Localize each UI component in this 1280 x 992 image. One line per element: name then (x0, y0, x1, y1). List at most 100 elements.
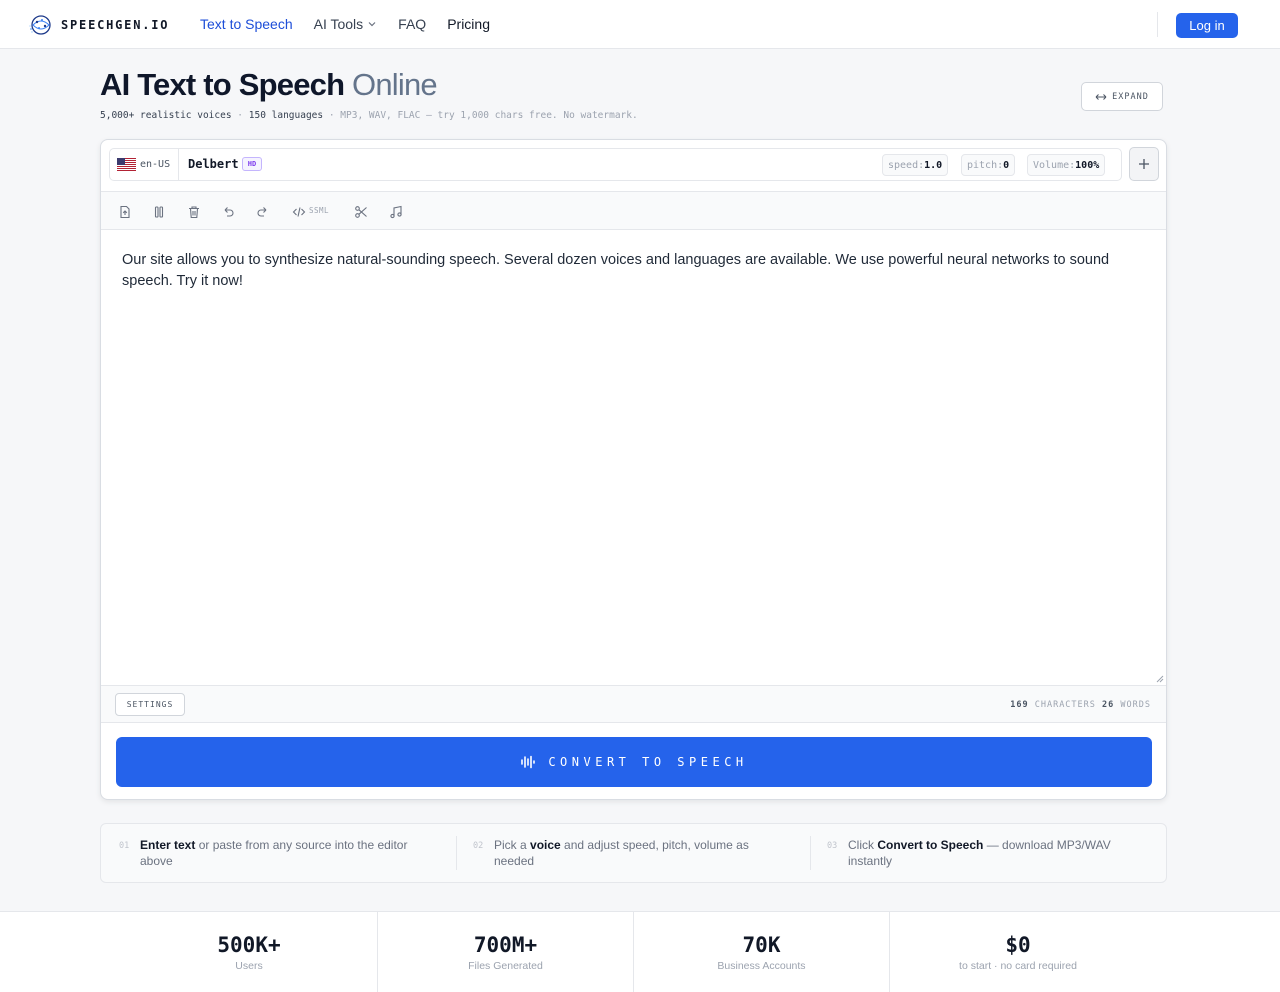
volume-label: Volume: (1033, 159, 1076, 171)
expand-arrows-icon (1095, 93, 1107, 100)
text-editor[interactable]: Our site allows you to synthesize natura… (101, 230, 1166, 685)
pause-icon (154, 206, 164, 218)
stat-price: $0 to start · no card required (890, 912, 1146, 992)
stat-label: Business Accounts (717, 959, 806, 972)
logo-icon (29, 15, 51, 35)
language-code: en-US (140, 159, 171, 170)
login-button[interactable]: Log in (1176, 13, 1238, 38)
stat-value: 700M+ (473, 932, 538, 957)
step-number: 03 (827, 841, 838, 851)
language-selector[interactable]: en-US (110, 149, 179, 180)
step-text: Pick a voice and adjust speed, pitch, vo… (494, 837, 784, 869)
nav-ai-tools-label: AI Tools (313, 16, 364, 32)
nav-text-to-speech[interactable]: Text to Speech (200, 16, 293, 32)
pitch-label: pitch: (967, 159, 1004, 171)
pitch-control[interactable]: pitch: 0 (961, 154, 1016, 176)
stat-value: 70K (742, 932, 781, 957)
code-icon (292, 207, 306, 217)
resize-grip-icon[interactable] (1156, 675, 1164, 683)
step-pre: Pick a (494, 838, 531, 852)
step-number: 02 (473, 841, 484, 851)
char-count: 169 (1010, 700, 1029, 710)
settings-button[interactable]: SETTINGS (115, 693, 185, 716)
cut-button[interactable] (354, 204, 368, 220)
ssml-label: SSML (309, 205, 330, 215)
step-pre: Click (848, 838, 878, 852)
background-music-button[interactable] (389, 204, 403, 220)
step-3: 03 Click Convert to Speech — download MP… (827, 837, 1147, 869)
step-text: Click Convert to Speech — download MP3/W… (848, 837, 1138, 869)
logo[interactable]: SPEECHGEN.IO (28, 12, 169, 38)
stat-business: 70K Business Accounts (634, 912, 889, 992)
stat-users: 500K+ Users (121, 912, 377, 992)
step-highlight: Convert to Speech (877, 838, 984, 852)
text-counter: 169 CHARACTERS 26 WORDS (1010, 700, 1151, 710)
speed-value: 1.0 (924, 159, 943, 171)
nav-ai-tools[interactable]: AI Tools (314, 16, 378, 32)
step-text: Enter text or paste from any source into… (140, 837, 430, 869)
upload-file-button[interactable] (118, 204, 132, 220)
step-divider (810, 836, 811, 870)
redo-icon (257, 207, 267, 217)
convert-to-speech-button[interactable]: CONVERT TO SPEECH (116, 737, 1152, 787)
undo-button[interactable] (221, 204, 235, 220)
volume-control[interactable]: Volume: 100% (1027, 154, 1106, 176)
trash-icon (189, 206, 199, 219)
stat-value: 500K+ (217, 932, 281, 957)
scissors-icon (355, 206, 367, 218)
step-1: 01 Enter text or paste from any source i… (119, 837, 439, 869)
char-label: CHARACTERS (1034, 700, 1096, 710)
plus-icon (1139, 159, 1149, 169)
ssml-button[interactable]: SSML (292, 204, 329, 220)
step-divider (456, 836, 457, 870)
editor-text[interactable]: Our site allows you to synthesize natura… (122, 250, 1122, 292)
subtitle-voices: 5,000+ realistic voices (100, 110, 232, 121)
page-title: AI Text to Speech Online (100, 67, 438, 103)
hd-badge: HD (242, 157, 262, 171)
step-highlight: voice (530, 838, 561, 852)
speed-control[interactable]: speed: 1.0 (882, 154, 949, 176)
add-voice-button[interactable] (1129, 147, 1159, 181)
stat-label: Files Generated (468, 959, 543, 972)
sound-wave-icon (521, 755, 536, 769)
word-count: 26 (1102, 700, 1115, 710)
how-it-works-steps: 01 Enter text or paste from any source i… (100, 823, 1167, 883)
stats-bar: 500K+ Users 700M+ Files Generated 70K Bu… (0, 911, 1280, 992)
nav-faq[interactable]: FAQ (398, 16, 426, 32)
undo-icon (224, 207, 234, 217)
file-upload-icon (120, 205, 130, 219)
subtitle-separator: · (237, 110, 244, 121)
step-number: 01 (119, 841, 130, 851)
volume-value: 100% (1075, 159, 1100, 171)
convert-label: CONVERT TO SPEECH (548, 755, 748, 769)
subtitle-formats: · MP3, WAV, FLAC — try 1,000 chars free.… (328, 110, 638, 121)
voice-selector[interactable]: Delbert (188, 157, 239, 171)
main-nav: Text to Speech AI Tools FAQ Pricing (200, 16, 511, 32)
step-2: 02 Pick a voice and adjust speed, pitch,… (473, 837, 793, 869)
us-flag-icon (117, 158, 136, 171)
site-header: SPEECHGEN.IO Text to Speech AI Tools FAQ… (0, 0, 1280, 49)
stat-label: to start · no card required (959, 959, 1077, 972)
chevron-down-icon (368, 22, 376, 27)
redo-button[interactable] (256, 204, 270, 220)
expand-button[interactable]: EXPAND (1081, 82, 1163, 111)
nav-pricing[interactable]: Pricing (447, 16, 490, 32)
subtitle-languages: 150 languages (248, 110, 324, 121)
stat-files: 700M+ Files Generated (378, 912, 633, 992)
brand-name: SPEECHGEN.IO (61, 18, 170, 32)
editor-footer: SETTINGS 169 CHARACTERS 26 WORDS (101, 685, 1166, 723)
page-title-light: Online (352, 67, 438, 102)
word-label: WORDS (1120, 700, 1151, 710)
header-divider (1157, 12, 1158, 37)
pause-button[interactable] (152, 204, 166, 220)
tts-editor-card: en-US Delbert HD speed: 1.0 pitch: 0 Volum… (100, 139, 1167, 800)
pitch-value: 0 (1003, 159, 1010, 171)
page-title-bold: AI Text to Speech (100, 67, 345, 102)
page-subtitle: 5,000+ realistic voices · 150 languages … (100, 110, 638, 121)
music-note-icon (390, 205, 402, 219)
clear-text-button[interactable] (187, 204, 201, 220)
voice-bar: en-US Delbert HD speed: 1.0 pitch: 0 Volum… (109, 148, 1122, 181)
stat-value: $0 (1005, 932, 1031, 957)
speed-label: speed: (888, 159, 925, 171)
expand-label: EXPAND (1112, 91, 1149, 102)
